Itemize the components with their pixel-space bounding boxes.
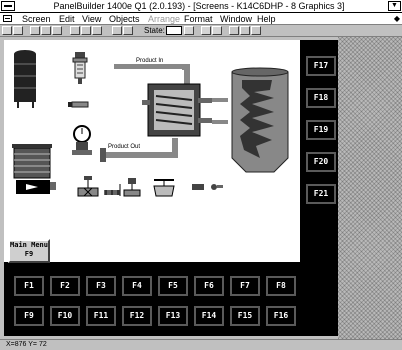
function-key-f21[interactable]: F21 (306, 184, 336, 204)
window-title: PanelBuilder 1400e Q1 (2.0.193) - [Scree… (53, 1, 345, 11)
window-dropdown-button[interactable]: ▼ (388, 1, 401, 11)
state-stepper-button[interactable] (184, 26, 194, 35)
menu-bar: Screen Edit View Objects Arrange Format … (0, 13, 402, 25)
function-key-f13[interactable]: F13 (158, 306, 188, 326)
function-key-f14[interactable]: F14 (194, 306, 224, 326)
motor-icon (12, 144, 56, 194)
function-key-f1[interactable]: F1 (14, 276, 44, 296)
editor-canvas[interactable]: Product In Product Out F17 F18 F19 F20 F… (0, 37, 402, 339)
cut-button[interactable] (30, 26, 40, 35)
function-key-f16[interactable]: F16 (266, 306, 296, 326)
filter-icon (72, 52, 88, 84)
function-key-f20[interactable]: F20 (306, 152, 336, 172)
status-bar: X=876 Y= 72 (0, 339, 402, 350)
menu-window[interactable]: Window (220, 13, 252, 25)
state-input[interactable] (166, 26, 182, 35)
function-key-f5[interactable]: F5 (158, 276, 188, 296)
function-key-f4[interactable]: F4 (122, 276, 152, 296)
function-key-f18[interactable]: F18 (306, 88, 336, 108)
document-menu-icon[interactable] (3, 15, 12, 22)
grid-button[interactable] (251, 26, 261, 35)
function-key-f15[interactable]: F15 (230, 306, 260, 326)
main-menu-label: Main Menu (10, 241, 48, 249)
silo-icon (14, 50, 36, 108)
save-button[interactable] (13, 26, 23, 35)
cursor-coordinates: X=876 Y= 72 (6, 341, 47, 348)
menu-view[interactable]: View (82, 13, 101, 25)
function-key-f6[interactable]: F6 (194, 276, 224, 296)
zoom-out-button[interactable] (212, 26, 222, 35)
heat-exchanger-icon (231, 67, 289, 173)
product-out-label: Product Out (108, 144, 141, 150)
canvas-background (338, 37, 402, 339)
pipe-section-icon (104, 190, 120, 195)
function-key-f10[interactable]: F10 (50, 306, 80, 326)
mdi-restore-icon[interactable]: ◆ (394, 13, 400, 25)
function-key-f3[interactable]: F3 (86, 276, 116, 296)
new-screen-button[interactable] (2, 26, 12, 35)
function-key-f9[interactable]: F9 (14, 306, 44, 326)
function-key-f17[interactable]: F17 (306, 56, 336, 76)
menu-format[interactable]: Format (184, 13, 213, 25)
toolbar: State: (0, 25, 402, 37)
state-label: State: (144, 26, 165, 35)
align-left-button[interactable] (70, 26, 80, 35)
paste-button[interactable] (52, 26, 62, 35)
title-bar: PanelBuilder 1400e Q1 (2.0.193) - [Scree… (0, 0, 402, 13)
main-menu-button[interactable]: Main Menu F9 (8, 239, 50, 263)
main-menu-key: F9 (24, 250, 34, 258)
panel-screen[interactable]: Product In Product Out F17 F18 F19 F20 F… (4, 40, 338, 336)
menu-help[interactable]: Help (257, 13, 276, 25)
menu-edit[interactable]: Edit (59, 13, 75, 25)
function-key-f7[interactable]: F7 (230, 276, 260, 296)
system-menu-icon[interactable] (1, 1, 15, 11)
function-key-f8[interactable]: F8 (266, 276, 296, 296)
ungroup-button[interactable] (240, 26, 250, 35)
bring-front-button[interactable] (112, 26, 122, 35)
process-graphic (12, 50, 289, 197)
control-valve-icon (119, 178, 141, 197)
menu-objects[interactable]: Objects (109, 13, 140, 25)
function-key-f2[interactable]: F2 (50, 276, 80, 296)
function-key-f19[interactable]: F19 (306, 120, 336, 140)
menu-arrange[interactable]: Arrange (148, 13, 180, 25)
function-key-f12[interactable]: F12 (122, 306, 152, 326)
pump-icon (192, 184, 223, 190)
reactor-vessel-icon (142, 83, 228, 137)
align-center-button[interactable] (81, 26, 91, 35)
send-back-button[interactable] (123, 26, 133, 35)
menu-screen[interactable]: Screen (22, 13, 51, 25)
connector-icon (68, 101, 89, 108)
group-button[interactable] (229, 26, 239, 35)
graphics-area[interactable]: Product In Product Out (4, 40, 300, 262)
product-in-label: Product In (136, 58, 164, 64)
gate-valve-icon (153, 179, 175, 197)
zoom-in-button[interactable] (201, 26, 211, 35)
function-key-f11[interactable]: F11 (86, 306, 116, 326)
align-right-button[interactable] (92, 26, 102, 35)
copy-button[interactable] (41, 26, 51, 35)
pressure-gauge-icon (72, 125, 92, 155)
valve-icon (77, 176, 99, 197)
